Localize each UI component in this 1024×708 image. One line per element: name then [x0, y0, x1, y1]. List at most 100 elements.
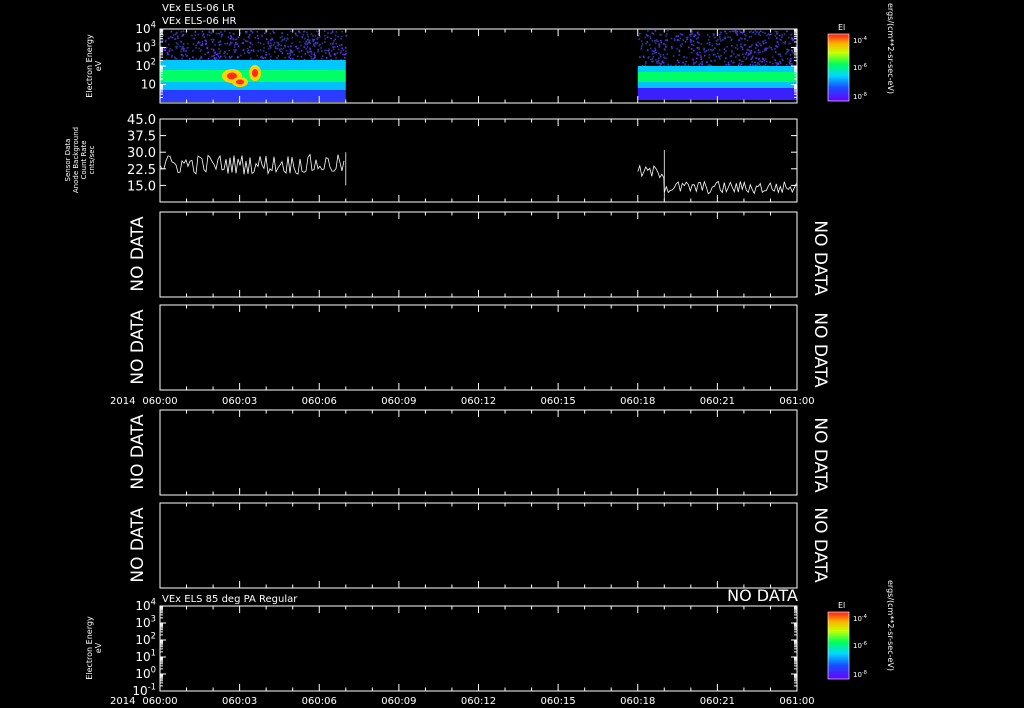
spectrogram-pixel [783, 33, 786, 35]
spectrogram-pixel [211, 41, 214, 43]
spectrogram-pixel [779, 53, 781, 56]
spectrogram-pixel [328, 52, 331, 54]
spectrogram-pixel [251, 43, 254, 46]
spectrogram-pixel [168, 50, 171, 52]
spectrogram-pixel [331, 31, 334, 34]
colorbar-1-label: El [838, 23, 845, 32]
spectrogram-pixel [658, 57, 660, 59]
spectrogram-pixel [691, 43, 693, 46]
spectrogram-pixel [182, 49, 185, 52]
spectrogram-pixel [691, 32, 694, 35]
spectrogram-pixel [766, 60, 768, 63]
spectrogram-pixel [281, 52, 284, 54]
spectrogram-pixel [666, 53, 669, 56]
spectrogram-pixel [219, 57, 221, 59]
spectrogram-pixel [754, 33, 757, 35]
spectrogram-pixel [678, 39, 680, 42]
spectrogram-pixel [305, 40, 307, 43]
spectrogram-pixel [312, 38, 314, 41]
spectrogram-pixel [736, 48, 739, 50]
spectrogram-pixel [678, 61, 680, 64]
spectrogram-pixel [319, 43, 321, 46]
spectrogram-pixel [304, 43, 307, 46]
spectrogram-pixel [642, 55, 645, 58]
spectrogram-pixel [754, 47, 757, 49]
spectrogram-pixel [662, 61, 665, 64]
spectrogram-pixel [340, 50, 343, 52]
spectrogram-pixel [314, 42, 317, 45]
spectrogram-pixel [787, 36, 790, 39]
spectrogram-pixel [242, 42, 244, 44]
spectrogram-pixel [304, 37, 306, 40]
time-axis-year: 2014 [110, 396, 135, 407]
spectrogram-pixel [176, 58, 178, 60]
spectrogram-pixel [333, 39, 335, 42]
spectrogram-pixel [692, 59, 695, 61]
spectrogram-pixel [308, 54, 311, 57]
spectrogram-pixel [335, 31, 338, 33]
time-axis-bottom-labels: 060:00 060:03 060:06 060:09 060:12 060:15 060:… [142, 696, 814, 707]
spectrogram-pixel [249, 46, 251, 48]
spectrogram-pixel [765, 41, 767, 44]
spectrogram-pixel [730, 55, 733, 57]
spectrogram-pixel [763, 39, 766, 42]
spectrogram-pixel [260, 34, 263, 37]
spectrogram-pixel [174, 33, 177, 36]
y-tick-label: 10 [141, 78, 156, 92]
spectrogram-1-data [160, 30, 799, 102]
spectrogram-pixel [755, 57, 758, 60]
spectrogram-pixel [291, 42, 293, 45]
spectrogram-pixel [683, 56, 685, 58]
spectrogram-pixel [164, 49, 166, 52]
spectrogram-pixel [269, 32, 272, 35]
spectrogram-pixel [689, 41, 692, 43]
spectrogram-pixel [744, 38, 746, 40]
spectrogram-pixel [214, 51, 217, 54]
spectrogram-pixel [229, 41, 232, 44]
spectrogram-pixel [750, 35, 753, 38]
spectrogram-pixel [327, 32, 329, 35]
spectrogram-pixel [307, 35, 310, 38]
spectrogram-pixel [218, 41, 220, 44]
spectrogram-pixel [651, 53, 654, 55]
time-tick-label: 060:18 [620, 696, 655, 707]
spectrogram-pixel [739, 59, 741, 61]
spectrogram-pixel [739, 64, 742, 66]
spectrogram-pixel [750, 50, 753, 52]
spectrogram-pixel [233, 33, 235, 35]
spectrogram-pixel [646, 49, 649, 52]
spectrogram-pixel [267, 41, 270, 43]
spectrogram-pixel [321, 50, 323, 52]
spectrogram-pixel [180, 50, 182, 53]
y-tick-label: 15.0 [127, 179, 156, 194]
spectrogram-pixel [338, 44, 341, 47]
panel-4-frame [159, 304, 798, 391]
spectrogram-pixel [726, 46, 728, 48]
panel-7-y-ticks: 10-1100101102103104 [132, 597, 797, 698]
panel-4-x-ticks [159, 305, 798, 390]
spectrogram-pixel [791, 38, 794, 40]
spectrogram-pixel [751, 31, 754, 34]
spectrogram-pixel [764, 32, 766, 34]
spectrogram-pixel [273, 50, 276, 53]
spectrogram-pixel [688, 46, 690, 49]
spectrogram-pixel [171, 49, 173, 51]
spectrogram-pixel [751, 56, 754, 59]
spectrogram-pixel [186, 47, 189, 49]
spectrogram-pixel [781, 36, 783, 38]
spectrogram-pixel [313, 57, 316, 59]
spectrogram-pixel [712, 54, 715, 56]
spectrogram-pixel [201, 44, 204, 47]
spectrogram-pixel [284, 37, 286, 40]
spectrogram-pixel [745, 34, 747, 37]
spectrogram-pixel [749, 64, 752, 66]
spectrogram-pixel [204, 53, 206, 56]
spectrogram-pixel [641, 45, 643, 47]
spectrogram-pixel [344, 47, 347, 49]
spectrogram-pixel [290, 45, 292, 48]
spectrogram-pixel [758, 42, 761, 45]
spectrogram-pixel [638, 38, 641, 40]
y-tick-label: 102 [135, 631, 156, 647]
y-tick-label: 45.0 [127, 113, 156, 128]
spectrogram-pixel [731, 50, 733, 52]
